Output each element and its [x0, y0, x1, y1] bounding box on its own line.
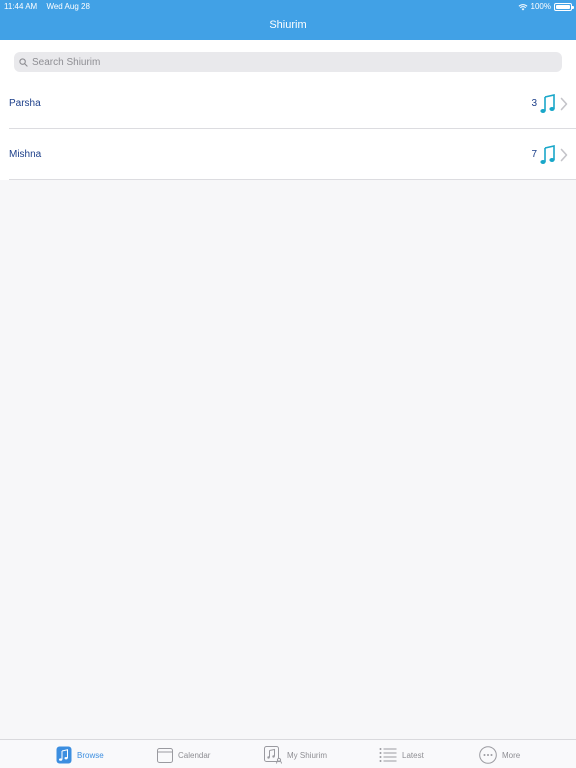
navigation-bar: 11:44 AM Wed Aug 28 100% Shiurim	[0, 0, 576, 40]
tab-calendar[interactable]: Calendar	[157, 744, 210, 766]
search-input[interactable]	[32, 56, 532, 68]
calendar-icon	[157, 748, 173, 763]
tab-label: Calendar	[178, 750, 211, 760]
list-item-label: Parsha	[9, 98, 41, 109]
wifi-icon	[518, 3, 527, 10]
list-item-count: 3	[531, 98, 537, 109]
list-item-count: 7	[531, 149, 537, 160]
tab-label: Latest	[402, 750, 424, 760]
status-time: 11:44 AM	[4, 2, 38, 11]
page-title: Shiurim	[269, 19, 307, 31]
tab-label: Browse	[77, 750, 104, 760]
battery-icon	[554, 2, 574, 11]
list-item-parsha[interactable]: Parsha 3	[0, 78, 576, 129]
list-item-mishna[interactable]: Mishna 7	[0, 129, 576, 180]
search-area	[0, 40, 576, 78]
status-date: Wed Aug 28	[46, 2, 90, 11]
tab-browse[interactable]: Browse	[56, 744, 104, 766]
chevron-right-icon	[560, 148, 568, 161]
chevron-right-icon	[560, 97, 568, 110]
category-list: Parsha 3 Mishna 7	[0, 78, 576, 180]
list-icon	[379, 748, 397, 762]
tab-more[interactable]: More	[479, 744, 520, 766]
music-note-icon	[56, 746, 72, 764]
tab-label: My Shiurim	[287, 750, 328, 760]
more-icon	[479, 746, 497, 764]
list-item-label: Mishna	[9, 149, 42, 160]
status-bar-right: 100%	[518, 2, 574, 11]
row-divider	[9, 179, 576, 180]
search-icon	[19, 57, 28, 67]
tab-my-shiurim[interactable]: My Shiurim	[264, 744, 327, 766]
my-shiurim-icon	[264, 746, 282, 764]
tab-latest[interactable]: Latest	[379, 744, 424, 766]
status-bar-left: 11:44 AM Wed Aug 28	[4, 2, 97, 11]
music-note-icon	[540, 144, 555, 164]
tab-label: More	[502, 750, 521, 760]
battery-percent: 100%	[530, 2, 551, 11]
music-note-icon	[540, 93, 555, 113]
tab-bar: Browse Calendar My Shiurim Latest More	[0, 739, 576, 768]
search-field[interactable]	[14, 52, 562, 72]
